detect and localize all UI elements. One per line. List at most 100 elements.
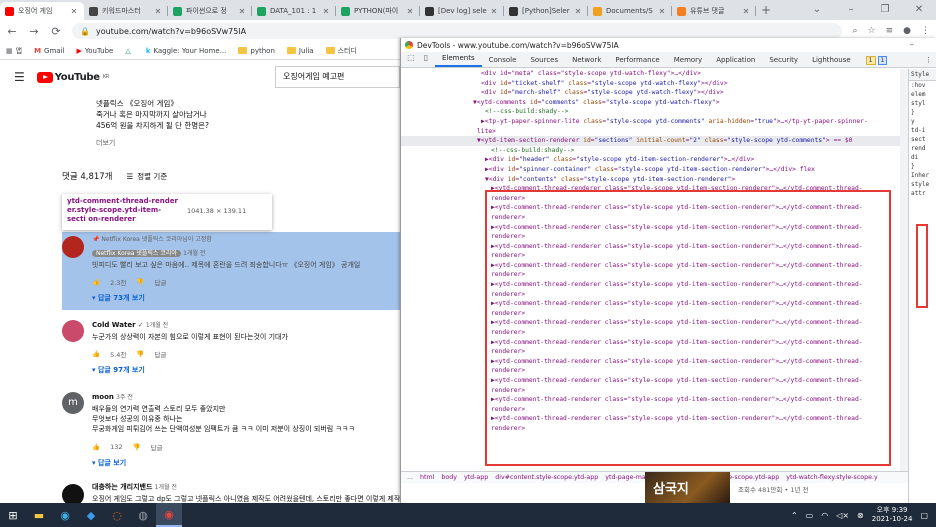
bookmark-item[interactable]: k Kaggle: Your Home... [146, 47, 227, 55]
maximize-icon[interactable]: ❐ [868, 0, 902, 20]
dom-node-line[interactable]: ▶<div id="spinner-container" class="styl… [401, 165, 908, 175]
tray-chevron-icon[interactable]: ⌃ [791, 511, 798, 520]
dislike-icon[interactable]: 👎 [133, 443, 141, 451]
bookmark-item[interactable]: python [238, 47, 275, 55]
bookmark-item[interactable]: Julia [286, 47, 314, 55]
avatar[interactable] [62, 484, 84, 503]
zoom-icon[interactable]: ⌕ [852, 26, 857, 36]
reply-button[interactable]: 답글 [155, 349, 167, 359]
browser-tab[interactable]: Documents/S ✕ [588, 2, 672, 20]
view-replies-button[interactable]: ▾ 답글 73개 보기 [92, 293, 145, 303]
back-icon[interactable]: ← [6, 25, 18, 38]
app-icon[interactable]: ◍ [130, 503, 156, 527]
dislike-icon[interactable]: 👎 [136, 278, 144, 286]
comment-author[interactable]: Netflix Korea 넷플릭스 코리아 [92, 250, 181, 257]
start-icon[interactable]: ⊞ [0, 503, 26, 527]
network-icon[interactable]: ▭ [806, 511, 814, 520]
forward-icon[interactable]: → [28, 25, 40, 38]
comment-time[interactable]: 1개월 전 [183, 250, 205, 257]
like-icon[interactable]: 👍 [92, 278, 100, 286]
devtools-tab-sources[interactable]: Sources [523, 56, 565, 67]
breadcrumb-item[interactable]: html [420, 474, 434, 481]
dom-node-line[interactable]: <div id="meta" class="style-scope ytd-wa… [401, 69, 908, 79]
devtools-tab-network[interactable]: Network [565, 56, 608, 67]
dom-node-line[interactable]: ▶<div id="header" class="style-scope ytd… [401, 155, 908, 165]
hamburger-menu-icon[interactable]: ☰ [14, 70, 25, 84]
devtools-tab-memory[interactable]: Memory [667, 56, 709, 67]
vscode-icon[interactable]: ◆ [78, 503, 104, 527]
bookmark-item[interactable]: △ [125, 47, 133, 55]
devtools-tab-security[interactable]: Security [762, 56, 805, 67]
avatar[interactable] [62, 320, 84, 342]
notification-icon[interactable]: ▢ [920, 511, 928, 520]
like-icon[interactable]: 👍 [92, 350, 100, 358]
youtube-logo[interactable]: YouTube KR [36, 71, 109, 83]
devtools-tab-console[interactable]: Console [482, 56, 524, 67]
dom-node-line[interactable]: <!--css-build:shady--> [401, 107, 908, 117]
like-icon[interactable]: 👍 [92, 443, 100, 451]
bookmark-item[interactable]: 스터디 [325, 46, 357, 56]
browser-tab[interactable]: 오징어 게임 ✕ [0, 2, 84, 20]
avatar[interactable]: m [62, 392, 84, 414]
reply-button[interactable]: 답글 [151, 442, 163, 452]
bookmark-item[interactable]: ▶ YouTube [76, 47, 113, 55]
dislike-icon[interactable]: 👎 [136, 350, 144, 358]
dom-node-line[interactable]: <div id="merch-shelf" class="style-scope… [401, 88, 908, 98]
edge-icon[interactable]: ◉ [52, 503, 78, 527]
minimize-icon[interactable]: – [834, 0, 868, 20]
close-tab-icon[interactable]: ✕ [237, 7, 247, 16]
show-more-link[interactable]: 더보기 [96, 138, 115, 148]
browser-tab[interactable]: 파이썬으로 정 ✕ [168, 2, 252, 20]
minimize-icon[interactable]: – [910, 40, 933, 50]
dom-node-line[interactable]: ▶<tp-yt-paper-spinner-lite class="style-… [401, 117, 908, 127]
view-replies-button[interactable]: ▾ 답글 97개 보기 [92, 365, 145, 375]
messages-badge[interactable]: 1 [877, 56, 888, 65]
dom-node-line[interactable]: <!--css-build:shady--> [401, 146, 908, 156]
devtools-tab-application[interactable]: Application [709, 56, 762, 67]
volume-icon[interactable]: ◁× [836, 511, 849, 520]
comment-author[interactable]: Cold Water [92, 321, 136, 329]
profile-avatar-icon[interactable]: ● [903, 26, 911, 36]
reload-icon[interactable]: ⟳ [50, 25, 62, 38]
warnings-badge[interactable]: 1 [865, 56, 876, 65]
ime-icon[interactable]: ⊗ [857, 511, 864, 520]
dom-node-line[interactable]: lite> [401, 127, 908, 137]
sort-button[interactable]: ☰ 정렬 기준 [127, 171, 168, 182]
bookmark-star-icon[interactable]: ☆ [868, 26, 876, 36]
url-bar[interactable]: 🔒 youtube.com/watch?v=b96oSVw75lA [72, 23, 843, 39]
browser-tab[interactable]: [Python]Seler ✕ [504, 2, 588, 20]
comment-author[interactable]: moon [92, 393, 114, 401]
browser-tab[interactable]: DATA_101 : 1 ✕ [252, 2, 336, 20]
breadcrumb-item[interactable]: ytd-app [464, 474, 488, 481]
breadcrumb-item[interactable]: ytd-watch-flexy.style-scope.y [786, 474, 878, 481]
comment-time[interactable]: 1개월 전 [155, 484, 177, 491]
video-thumbnail[interactable]: 삼국지 [645, 472, 730, 503]
close-tab-icon[interactable]: ✕ [153, 7, 163, 16]
dom-node-line[interactable]: <div id="ticket-shelf" class="style-scop… [401, 79, 908, 89]
browser-tab[interactable]: PYTHON(파이 ✕ [336, 2, 420, 20]
reading-list-icon[interactable]: ≡ [886, 26, 894, 36]
bookmark-item[interactable]: M Gmail [34, 47, 64, 55]
chevron-down-icon[interactable]: ⌄ [800, 0, 834, 20]
clock[interactable]: 오후 9:39 2021-10-24 [872, 506, 913, 524]
browser-tab[interactable]: 키워드마스터 ✕ [84, 2, 168, 20]
view-replies-button[interactable]: ▾ 답글 보기 [92, 458, 126, 468]
breadcrumb-item[interactable]: body [441, 474, 457, 481]
close-tab-icon[interactable]: ✕ [741, 7, 751, 16]
wifi-icon[interactable]: ◠ [821, 511, 828, 520]
youtube-search-input[interactable]: 오징어게임 예고편 [275, 66, 400, 88]
inspect-element-icon[interactable]: ⬚ [405, 53, 417, 65]
breadcrumb-item[interactable]: ... [407, 474, 413, 481]
file-explorer-icon[interactable]: ▬ [26, 503, 52, 527]
dom-node-line[interactable]: ▼<div id="contents" class="style-scope y… [401, 175, 908, 185]
device-toolbar-icon[interactable]: ▯ [420, 53, 432, 65]
close-window-icon[interactable]: ✕ [902, 0, 936, 20]
jupyter-icon[interactable]: ◌ [104, 503, 130, 527]
close-tab-icon[interactable]: ✕ [405, 7, 415, 16]
breadcrumb-item[interactable]: div#content.style-scope.ytd-app [495, 474, 598, 481]
close-tab-icon[interactable]: ✕ [321, 7, 331, 16]
comment-time[interactable]: 3주 전 [116, 394, 133, 401]
close-tab-icon[interactable]: ✕ [657, 7, 667, 16]
bookmark-item[interactable]: ▦ 앱 [6, 46, 22, 56]
browser-tab[interactable]: [Dev log] sele ✕ [420, 2, 504, 20]
